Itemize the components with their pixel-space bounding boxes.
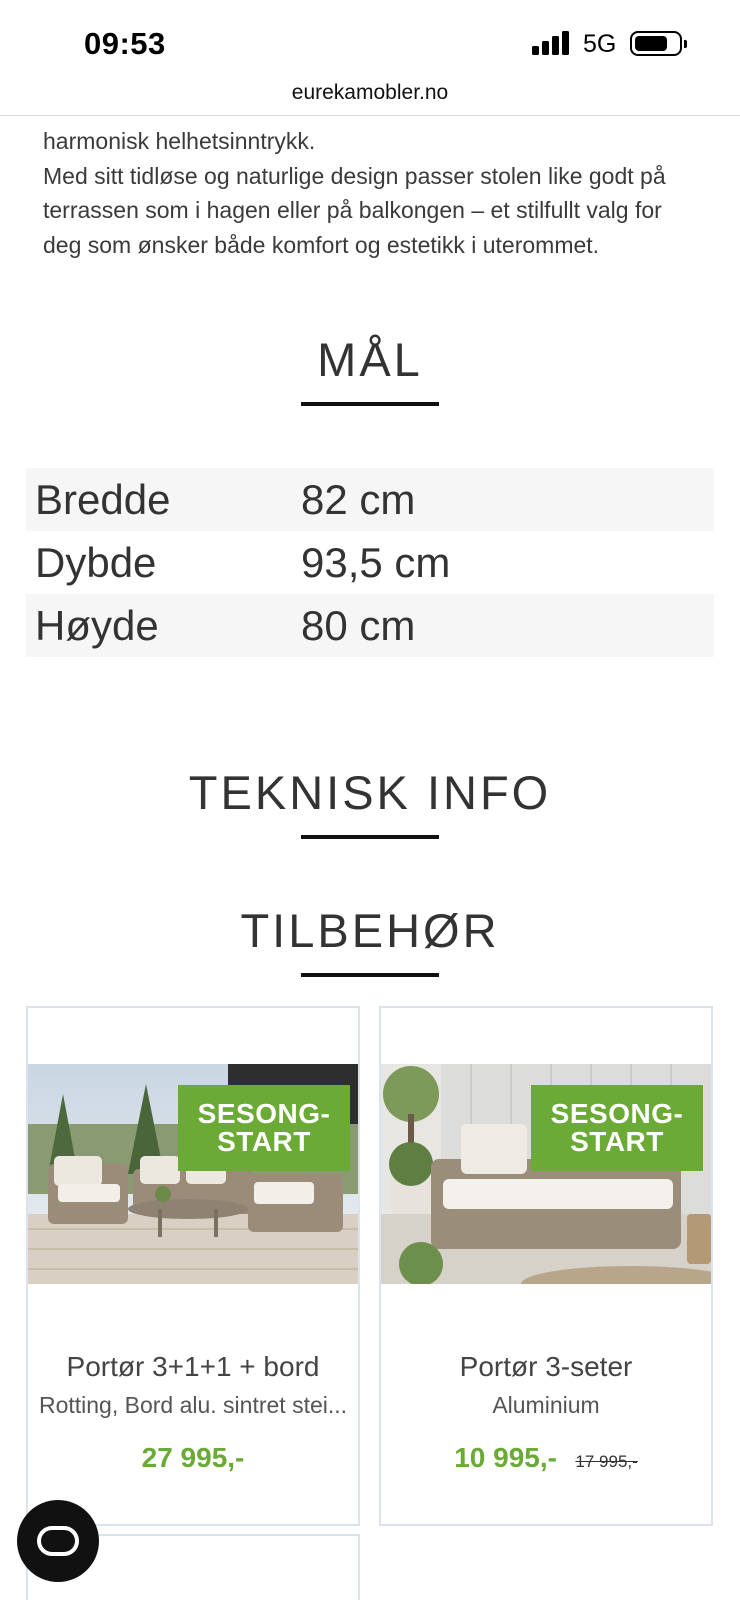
product-price: 27 995,- xyxy=(141,1442,245,1473)
chat-button[interactable] xyxy=(17,1500,99,1582)
dimensions-table: Bredde 82 cm Dybde 93,5 cm Høyde 80 cm xyxy=(26,468,714,657)
table-row: Dybde 93,5 cm xyxy=(26,531,714,594)
description-line: harmonisk helhetsinntrykk. xyxy=(43,128,316,154)
dimension-value: 80 cm xyxy=(301,601,416,649)
table-row: Høyde 80 cm xyxy=(26,594,714,657)
dimension-label: Dybde xyxy=(35,538,157,586)
accessories-heading: TILBEHØR xyxy=(240,904,500,957)
dimension-label: Bredde xyxy=(35,475,171,523)
badge-line: SESONG- xyxy=(197,1098,331,1129)
dimension-value: 93,5 cm xyxy=(301,538,451,586)
dimensions-heading: MÅL xyxy=(317,333,423,386)
heading-underline xyxy=(301,402,439,406)
dimension-value: 82 cm xyxy=(301,475,416,523)
product-subtitle: Aluminium xyxy=(492,1392,600,1418)
description-paragraph: Med sitt tidløse og naturlige design pas… xyxy=(43,162,666,258)
season-badge: SESONG- START xyxy=(531,1085,703,1171)
product-subtitle: Rotting, Bord alu. sintret stei... xyxy=(38,1392,348,1418)
product-image[interactable]: SESONG- START xyxy=(28,1064,358,1284)
status-bar: 09:53 5G xyxy=(0,0,740,80)
technical-info-heading[interactable]: TEKNISK INFO xyxy=(0,765,740,820)
battery-icon xyxy=(630,31,687,56)
product-description: harmonisk helhetsinntrykk. Med sitt tidl… xyxy=(43,124,703,262)
product-card[interactable]: SESONG- START Portør 3-seter Aluminium 1… xyxy=(379,1006,713,1526)
product-price: 10 995,- xyxy=(454,1442,557,1473)
product-card[interactable]: SESONG- START Portør 3+1+1 + bord Rottin… xyxy=(26,1006,360,1526)
heading-underline xyxy=(301,835,439,839)
status-time: 09:53 xyxy=(84,26,166,61)
season-badge: SESONG- START xyxy=(178,1085,350,1171)
table-row: Bredde 82 cm xyxy=(26,468,714,531)
price-group: 10 995,- 17 995,- xyxy=(381,1442,711,1474)
badge-line: SESONG- xyxy=(550,1098,684,1129)
address-bar[interactable]: eurekamobler.no xyxy=(0,76,740,116)
network-type: 5G xyxy=(583,30,617,58)
badge-line: START xyxy=(217,1126,311,1157)
product-name[interactable]: Portør 3+1+1 + bord xyxy=(28,1351,358,1383)
product-image[interactable]: SESONG- START xyxy=(381,1064,711,1284)
chat-bubble-icon xyxy=(37,1526,79,1556)
heading-underline xyxy=(301,973,439,977)
signal-icon xyxy=(532,31,572,55)
price-group: 27 995,- xyxy=(28,1442,358,1474)
badge-line: START xyxy=(570,1126,664,1157)
original-price: 17 995,- xyxy=(575,1452,638,1471)
product-name[interactable]: Portør 3-seter xyxy=(381,1351,711,1383)
dimension-label: Høyde xyxy=(35,601,159,649)
